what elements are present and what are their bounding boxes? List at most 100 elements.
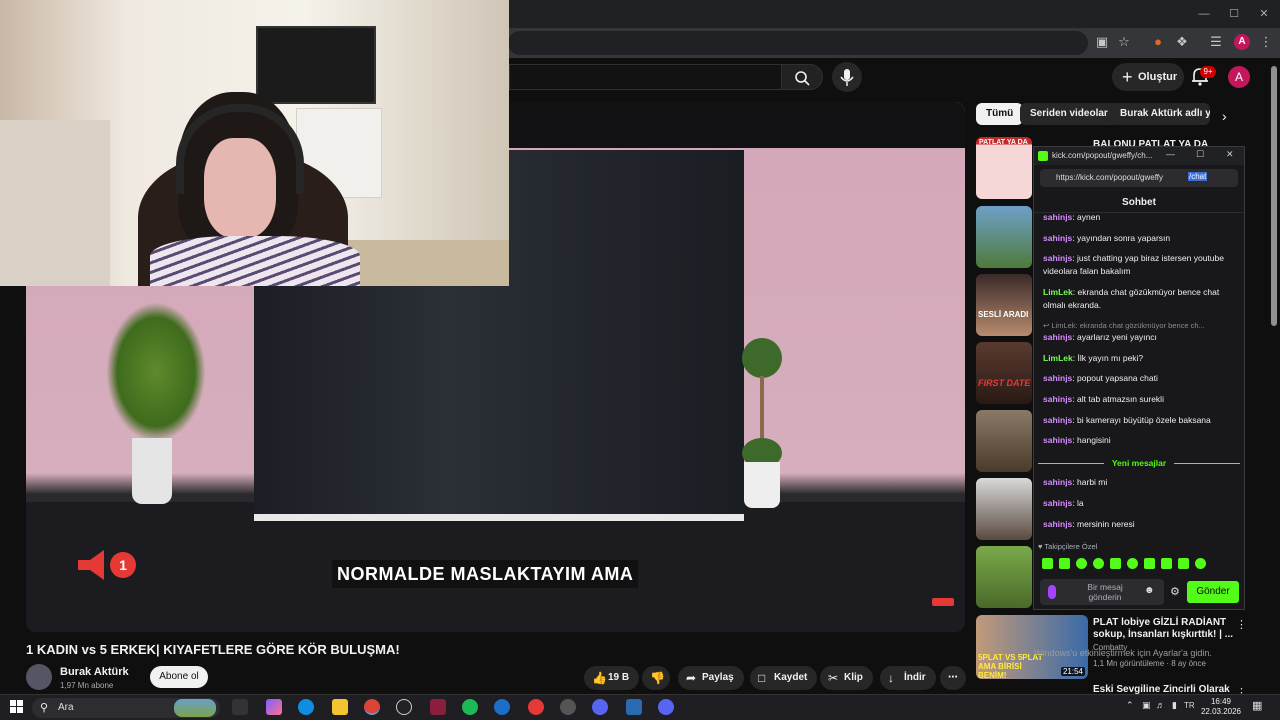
- chip-channel[interactable]: Burak Aktürk adlı yü: [1110, 103, 1210, 125]
- chevron-right-icon[interactable]: ›: [1222, 108, 1227, 124]
- taskbar-search[interactable]: ⚲ Ara: [32, 698, 220, 718]
- search-input[interactable]: [509, 64, 781, 90]
- media-controls-icon[interactable]: ☰: [1208, 34, 1224, 50]
- related-thumbnail[interactable]: [976, 478, 1032, 540]
- app-icon[interactable]: [592, 699, 608, 715]
- send-button[interactable]: Gönder: [1187, 581, 1239, 603]
- task-view-icon[interactable]: [232, 699, 248, 715]
- maximize-icon[interactable]: ☐: [1196, 149, 1204, 160]
- chat-message: sahinjs: ayarlarız yeni yayıncı: [1043, 332, 1157, 342]
- clip-button[interactable]: ✂ Klip: [820, 666, 873, 690]
- download-button[interactable]: ↓ İndir: [880, 666, 936, 690]
- maximize-icon[interactable]: ☐: [1226, 6, 1242, 22]
- minimize-icon[interactable]: —: [1196, 6, 1212, 22]
- emote-icon[interactable]: [1144, 558, 1155, 569]
- minimize-icon[interactable]: —: [1166, 149, 1175, 159]
- search-button[interactable]: [781, 64, 823, 90]
- webcam-overlay: [0, 0, 509, 286]
- copilot-icon[interactable]: [266, 699, 282, 715]
- account-avatar[interactable]: A: [1228, 66, 1250, 88]
- webcam-person-shirt: [150, 236, 360, 286]
- obs-icon[interactable]: [396, 699, 412, 715]
- start-icon[interactable]: [10, 700, 23, 713]
- address-bar[interactable]: [508, 31, 1088, 55]
- spotify-icon[interactable]: [462, 699, 478, 715]
- new-messages-divider: Yeni mesajlar: [1038, 457, 1240, 469]
- emote-icon[interactable]: [1093, 558, 1104, 569]
- related-thumbnail[interactable]: FIRST DATE: [976, 342, 1032, 404]
- page-scrollbar[interactable]: [1271, 66, 1277, 326]
- chat-message: sahinjs: la: [1043, 498, 1084, 508]
- chat-message: sahinjs: just chatting yap biraz isterse…: [1043, 253, 1224, 276]
- emote-icon[interactable]: [1178, 558, 1189, 569]
- chat-message: sahinjs: popout yapsana chati: [1043, 373, 1158, 383]
- more-icon[interactable]: ⋮: [1236, 618, 1247, 631]
- related-thumbnail[interactable]: PATLAT YA DA: [976, 137, 1032, 199]
- windows-activation-notice: Windows'u etkinleştirmek için Ayarlar'a …: [1034, 648, 1212, 658]
- language-indicator[interactable]: TR: [1184, 701, 1195, 710]
- kick-chat-header: Sohbet: [1034, 193, 1244, 213]
- subscribe-button[interactable]: Abone ol: [150, 666, 208, 688]
- chrome-icon[interactable]: [364, 699, 380, 715]
- chat-message-input[interactable]: Bir mesaj gönderin ☻: [1040, 579, 1164, 605]
- video-scene-backdrop-bar: [254, 514, 744, 521]
- followers-only-label: ♥ Takipçilere Özel: [1038, 542, 1098, 551]
- emoji-icon[interactable]: ☻: [1144, 585, 1155, 596]
- related-thumbnail[interactable]: [976, 206, 1032, 268]
- search-icon: ⚲: [40, 702, 49, 714]
- emote-icon[interactable]: [1059, 558, 1070, 569]
- close-icon[interactable]: ✕: [1256, 6, 1272, 22]
- gear-icon[interactable]: ⚙: [1170, 585, 1180, 598]
- emote-icon[interactable]: [1127, 558, 1138, 569]
- emote-icon[interactable]: [1042, 558, 1053, 569]
- chip-series[interactable]: Seriden videolar: [1020, 103, 1118, 125]
- steam-icon[interactable]: [494, 699, 510, 715]
- related-title[interactable]: PLAT lobiye GİZLİ RADİANT sokup, İnsanla…: [1093, 617, 1243, 641]
- battery-icon[interactable]: ▮: [1172, 700, 1177, 711]
- emote-icon[interactable]: [1161, 558, 1172, 569]
- video-scene-pot-2: [744, 462, 780, 508]
- chat-message: sahinjs: hangisini: [1043, 435, 1111, 445]
- related-thumbnail[interactable]: [976, 410, 1032, 472]
- network-icon[interactable]: ▣: [1142, 700, 1151, 711]
- share-button[interactable]: ➦ Paylaş: [678, 666, 744, 690]
- bookmark-star-icon[interactable]: ☆: [1116, 34, 1132, 50]
- app-icon[interactable]: [626, 699, 642, 715]
- edge-icon[interactable]: [298, 699, 314, 715]
- discord-icon[interactable]: [658, 699, 674, 715]
- emote-icon[interactable]: [1076, 558, 1087, 569]
- kick-url-bar[interactable]: https://kick.com/popout/gweffy /chat: [1040, 169, 1238, 187]
- related-thumbnail[interactable]: [976, 546, 1032, 608]
- more-icon: ⋯: [948, 672, 958, 683]
- tray-chevron-icon[interactable]: ⌃: [1126, 700, 1134, 711]
- voice-search-button[interactable]: [832, 62, 862, 92]
- volume-icon[interactable]: ♬: [1156, 700, 1165, 710]
- extensions-puzzle-icon[interactable]: ❖: [1174, 34, 1190, 50]
- app-icon[interactable]: [430, 699, 446, 715]
- chip-all[interactable]: Tümü: [976, 103, 1024, 125]
- clock[interactable]: 16:49 22.03.2026: [1198, 697, 1244, 717]
- install-app-icon[interactable]: ▣: [1094, 34, 1110, 50]
- file-explorer-icon[interactable]: [332, 699, 348, 715]
- close-icon[interactable]: ✕: [1226, 149, 1234, 160]
- notification-center-icon[interactable]: ▦: [1252, 699, 1262, 712]
- like-button[interactable]: 👍 19 B: [584, 666, 640, 690]
- more-actions-button[interactable]: ⋯: [940, 666, 966, 690]
- create-button[interactable]: Oluştur: [1112, 63, 1184, 91]
- chat-message: LimLek: ekranda chat gözükmüyor bence ch…: [1043, 287, 1220, 310]
- channel-name[interactable]: Burak Aktürk: [60, 666, 129, 678]
- dislike-button[interactable]: 👎: [642, 666, 670, 690]
- extension-icon[interactable]: ●: [1150, 34, 1166, 50]
- browser-menu-icon[interactable]: ⋮: [1258, 34, 1274, 50]
- save-button[interactable]: □ Kaydet: [750, 666, 818, 690]
- browser-profile-avatar[interactable]: A: [1234, 34, 1250, 50]
- channel-avatar[interactable]: [26, 664, 52, 690]
- related-thumbnail[interactable]: 5PLAT VS 5PLAT AMA BİRİSİ BENİM! 21:54: [976, 615, 1088, 679]
- related-thumbnail[interactable]: SESLİ ARADI: [976, 274, 1032, 336]
- app-icon[interactable]: [560, 699, 576, 715]
- video-scene-ceiling: [506, 102, 965, 148]
- riot-icon[interactable]: [528, 699, 544, 715]
- chat-message: sahinjs: mersinin neresi: [1043, 519, 1135, 529]
- emote-icon[interactable]: [1110, 558, 1121, 569]
- emote-icon[interactable]: [1195, 558, 1206, 569]
